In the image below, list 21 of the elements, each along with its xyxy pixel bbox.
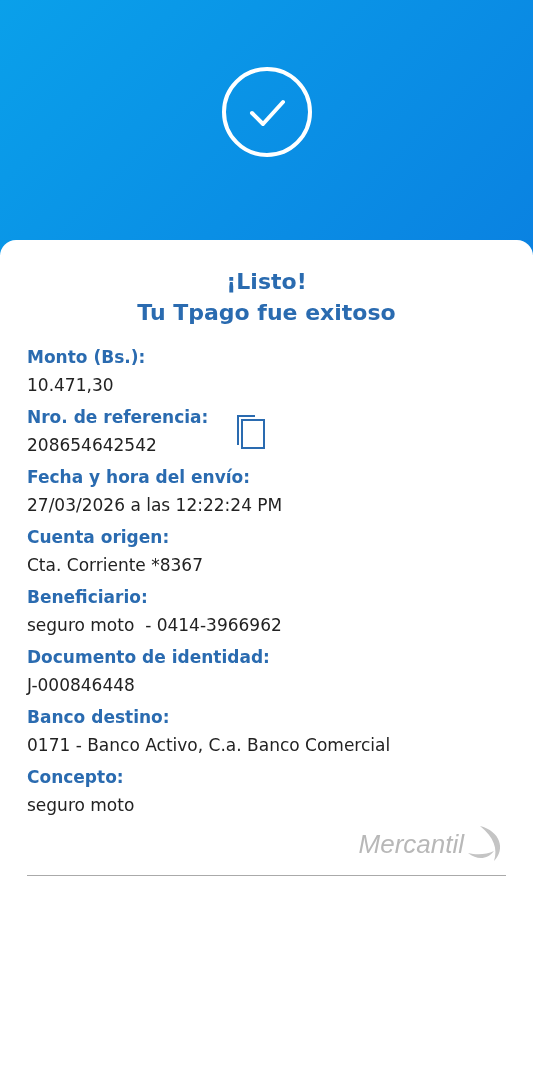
field-value: seguro moto - 0414-3966962 [27, 614, 282, 637]
field-label: Monto (Bs.): [27, 346, 146, 369]
field-value: 27/03/2026 a las 12:22:24 PM [27, 494, 283, 517]
copy-icon[interactable] [236, 413, 267, 450]
field-label: Banco destino: [27, 706, 171, 729]
brand-logo-text: Mercantil [358, 828, 464, 860]
field-label: Cuenta origen: [27, 526, 171, 549]
field-value: 208654642542 [27, 434, 158, 457]
field-label: Documento de identidad: [27, 646, 270, 669]
field-value: 10.471,30 [27, 374, 115, 397]
field-label: Concepto: [27, 766, 125, 789]
title-text: ¡Listo! [225, 268, 308, 296]
field-value: seguro moto [27, 794, 135, 817]
field-value: Cta. Corriente *8367 [27, 554, 203, 577]
field-label: Beneficiario: [27, 586, 149, 609]
field-value: 0171 - Banco Activo, C.a. Banco Comercial [27, 734, 391, 757]
field-label: Fecha y hora del envío: [27, 466, 252, 489]
field-label: Nro. de referencia: [27, 406, 209, 429]
check-circle-icon [220, 66, 313, 158]
field-value: J-000846448 [27, 674, 136, 697]
subtitle-text: Tu Tpago fue exitoso [136, 299, 397, 327]
